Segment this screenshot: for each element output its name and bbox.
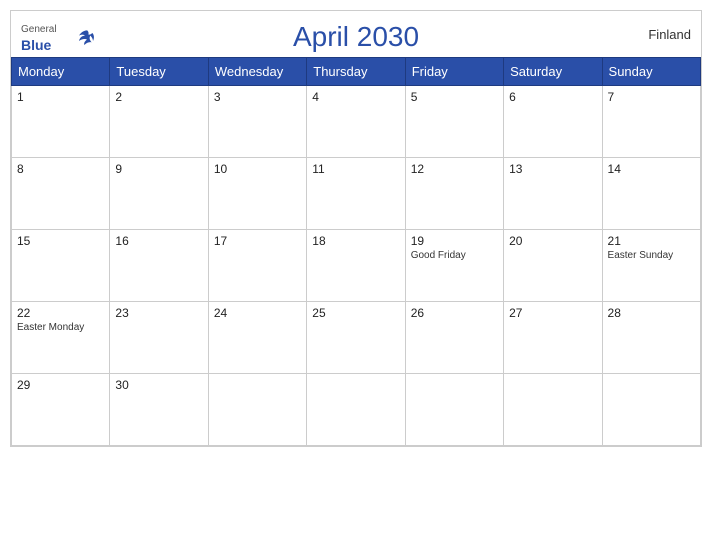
day-cell: 2 — [110, 86, 208, 158]
day-cell: 8 — [12, 158, 110, 230]
day-cell: 27 — [504, 302, 602, 374]
day-cell — [504, 374, 602, 446]
calendar-header: General Blue April 2030 Finland — [11, 11, 701, 57]
day-cell: 21 Easter Sunday — [602, 230, 700, 302]
day-number: 1 — [17, 90, 104, 104]
day-cell: 24 — [208, 302, 306, 374]
day-cell — [602, 374, 700, 446]
day-number: 21 — [608, 234, 695, 248]
weekday-header-row: MondayTuesdayWednesdayThursdayFridaySatu… — [12, 58, 701, 86]
weekday-sunday: Sunday — [602, 58, 700, 86]
day-number: 25 — [312, 306, 399, 320]
day-cell: 5 — [405, 86, 503, 158]
week-row-1: 89 10 11 12 13 14 — [12, 158, 701, 230]
day-cell: 13 — [504, 158, 602, 230]
week-row-4: 29 30 — [12, 374, 701, 446]
day-number: 6 — [509, 90, 596, 104]
day-number: 7 — [608, 90, 695, 104]
day-cell: 30 — [110, 374, 208, 446]
day-cell: 6 — [504, 86, 602, 158]
day-number: 19 — [411, 234, 498, 248]
day-number: 26 — [411, 306, 498, 320]
day-cell: 26 — [405, 302, 503, 374]
day-cell: 11 — [307, 158, 405, 230]
day-cell: 9 — [110, 158, 208, 230]
calendar-title: April 2030 — [293, 21, 419, 53]
day-cell: 22 Easter Monday — [12, 302, 110, 374]
weekday-tuesday: Tuesday — [110, 58, 208, 86]
day-cell: 16 — [110, 230, 208, 302]
weekday-friday: Friday — [405, 58, 503, 86]
day-number: 14 — [608, 162, 695, 176]
day-number: 18 — [312, 234, 399, 248]
day-number: 10 — [214, 162, 301, 176]
day-number: 20 — [509, 234, 596, 248]
day-number: 5 — [411, 90, 498, 104]
day-number: 29 — [17, 378, 104, 392]
day-cell — [307, 374, 405, 446]
weekday-saturday: Saturday — [504, 58, 602, 86]
day-number: 2 — [115, 90, 202, 104]
calendar-table: MondayTuesdayWednesdayThursdayFridaySatu… — [11, 57, 701, 446]
day-number: 17 — [214, 234, 301, 248]
day-number: 22 — [17, 306, 104, 320]
day-cell — [208, 374, 306, 446]
day-cell: 10 — [208, 158, 306, 230]
week-row-2: 15 16 17 18 19 Good Friday 20 21 Easter Sunday — [12, 230, 701, 302]
day-cell: 7 — [602, 86, 700, 158]
calendar-container: General Blue April 2030 Finland MondayTu… — [10, 10, 702, 447]
day-cell: 14 — [602, 158, 700, 230]
country-label: Finland — [648, 27, 691, 42]
day-cell: 20 — [504, 230, 602, 302]
day-cell: 15 — [12, 230, 110, 302]
day-number: 8 — [17, 162, 104, 176]
day-cell: 28 — [602, 302, 700, 374]
logo-general: General — [21, 24, 57, 35]
week-row-0: 1234567 — [12, 86, 701, 158]
day-number: 4 — [312, 90, 399, 104]
day-cell: 3 — [208, 86, 306, 158]
day-cell: 25 — [307, 302, 405, 374]
day-cell: 29 — [12, 374, 110, 446]
weekday-wednesday: Wednesday — [208, 58, 306, 86]
day-number: 24 — [214, 306, 301, 320]
day-number: 3 — [214, 90, 301, 104]
day-number: 30 — [115, 378, 202, 392]
day-number: 28 — [608, 306, 695, 320]
logo-area: General Blue — [21, 19, 97, 55]
logo-blue: Blue — [21, 37, 51, 53]
logo-bird-icon — [77, 29, 97, 45]
day-number: 13 — [509, 162, 596, 176]
day-cell — [405, 374, 503, 446]
day-cell: 1 — [12, 86, 110, 158]
day-cell: 12 — [405, 158, 503, 230]
day-cell: 19 Good Friday — [405, 230, 503, 302]
weekday-monday: Monday — [12, 58, 110, 86]
holiday-name: Good Friday — [411, 250, 498, 261]
day-number: 9 — [115, 162, 202, 176]
day-cell: 23 — [110, 302, 208, 374]
day-number: 23 — [115, 306, 202, 320]
weekday-thursday: Thursday — [307, 58, 405, 86]
day-number: 16 — [115, 234, 202, 248]
day-number: 27 — [509, 306, 596, 320]
week-row-3: 22 Easter Monday 23 24 25 26 27 28 — [12, 302, 701, 374]
day-cell: 17 — [208, 230, 306, 302]
day-number: 15 — [17, 234, 104, 248]
holiday-name: Easter Sunday — [608, 250, 695, 261]
day-number: 11 — [312, 162, 399, 176]
holiday-name: Easter Monday — [17, 322, 104, 333]
day-cell: 4 — [307, 86, 405, 158]
day-cell: 18 — [307, 230, 405, 302]
day-number: 12 — [411, 162, 498, 176]
